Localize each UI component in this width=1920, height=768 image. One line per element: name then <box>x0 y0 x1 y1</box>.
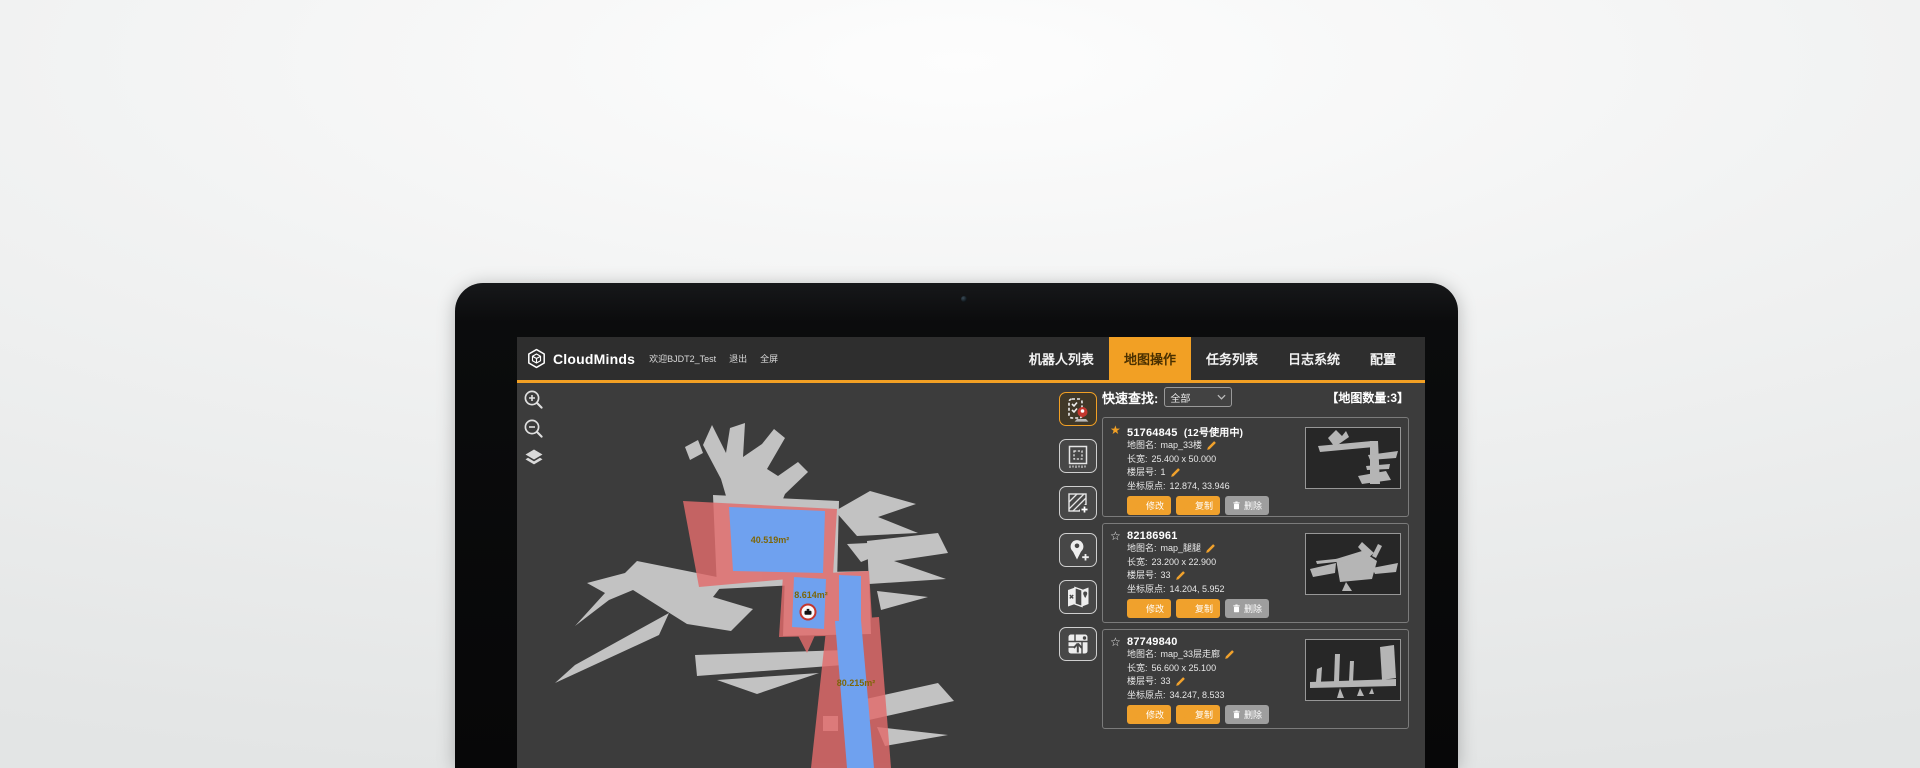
user-area: 欢迎BJDT2_Test 退出 全屏 <box>649 337 778 380</box>
area-label: 80.215m² <box>837 678 876 688</box>
edit-map-button[interactable]: 修改 <box>1127 496 1171 515</box>
map-size-value: 23.200 x 22.900 <box>1152 556 1217 570</box>
delete-map-button[interactable]: 删除 <box>1225 599 1269 618</box>
map-thumbnail[interactable] <box>1305 639 1401 701</box>
app-screen: CloudMinds 欢迎BJDT2_Test 退出 全屏 机器人列表 地图操作… <box>517 337 1425 768</box>
fullscreen-link[interactable]: 全屏 <box>760 352 778 365</box>
floor-value: 33 <box>1161 569 1171 583</box>
map-count-label: 【地图数量:3】 <box>1326 389 1409 406</box>
origin-value: 12.874, 33.946 <box>1170 480 1230 494</box>
quick-find-label: 快速查找: <box>1102 388 1158 407</box>
laptop-frame: CloudMinds 欢迎BJDT2_Test 退出 全屏 机器人列表 地图操作… <box>455 283 1458 768</box>
map-card: ★ 51764845 (12号使用中) 地图名:map_33楼 长宽:25.40… <box>1102 417 1409 517</box>
edit-pencil-icon[interactable] <box>1205 543 1216 554</box>
tab-log-system[interactable]: 日志系统 <box>1273 337 1355 380</box>
origin-value: 14.204, 5.952 <box>1170 583 1225 597</box>
floor-value: 33 <box>1161 675 1171 689</box>
tab-robot-list[interactable]: 机器人列表 <box>1014 337 1109 380</box>
map-card-list: ★ 51764845 (12号使用中) 地图名:map_33楼 长宽:25.40… <box>1102 417 1409 729</box>
copy-map-button[interactable]: 复制 <box>1176 599 1220 618</box>
favorite-star-icon[interactable]: ★ <box>1110 423 1121 437</box>
logout-link[interactable]: 退出 <box>729 352 747 365</box>
map-toolbar <box>1059 392 1097 661</box>
edit-pencil-icon[interactable] <box>1175 570 1186 581</box>
edit-map-button[interactable]: 修改 <box>1127 705 1171 724</box>
map-name-value: map_33层走廊 <box>1161 648 1221 662</box>
area-label: 40.519m² <box>751 535 790 545</box>
edit-map-button[interactable]: 修改 <box>1127 599 1171 618</box>
brand-logo: CloudMinds <box>517 337 635 380</box>
toolbtn-patrol-points[interactable] <box>1059 392 1097 426</box>
robot-position-marker <box>800 604 817 621</box>
quick-find-bar: 快速查找: 全部 【地图数量:3】 <box>1102 386 1409 408</box>
tab-task-list[interactable]: 任务列表 <box>1191 337 1273 380</box>
delete-map-button[interactable]: 删除 <box>1225 705 1269 724</box>
favorite-star-icon[interactable]: ☆ <box>1110 529 1121 543</box>
toolbtn-add-point[interactable] <box>1059 533 1097 567</box>
patrol-points-icon <box>1065 396 1091 422</box>
map-thumbnail-image <box>1306 640 1400 700</box>
toolbtn-map-marker[interactable] <box>1059 580 1097 614</box>
upload-map-icon <box>1065 631 1091 657</box>
map-size-value: 56.600 x 25.100 <box>1152 662 1217 676</box>
cube-hexagon-icon <box>526 348 547 369</box>
robot-icon <box>804 608 813 616</box>
origin-value: 34.247, 8.533 <box>1170 689 1225 703</box>
map-thumbnail[interactable] <box>1305 427 1401 489</box>
add-point-icon <box>1065 537 1091 563</box>
toolbtn-measure-area[interactable] <box>1059 439 1097 473</box>
map-card: ☆ 82186961 地图名:map_腿腿 长宽:23.200 x 22.900… <box>1102 523 1409 623</box>
area-label: 8.614m² <box>794 590 828 600</box>
map-card: ☆ 87749840 地图名:map_33层走廊 长宽:56.600 x 25.… <box>1102 629 1409 729</box>
brand-name: CloudMinds <box>553 351 635 367</box>
map-name-value: map_腿腿 <box>1161 542 1202 556</box>
measure-area-icon <box>1065 443 1091 469</box>
edit-pencil-icon[interactable] <box>1170 467 1181 478</box>
tab-map-operation[interactable]: 地图操作 <box>1109 337 1191 380</box>
map-marker-icon <box>1065 584 1091 610</box>
in-use-tag: (12号使用中) <box>1184 428 1243 439</box>
map-thumbnail[interactable] <box>1305 533 1401 595</box>
trash-icon <box>1232 710 1241 719</box>
map-size-value: 25.400 x 50.000 <box>1152 453 1217 467</box>
map-name-value: map_33楼 <box>1161 439 1203 453</box>
tab-config[interactable]: 配置 <box>1355 337 1411 380</box>
delete-map-button[interactable]: 删除 <box>1225 496 1269 515</box>
main-nav: 机器人列表 地图操作 任务列表 日志系统 配置 <box>1014 337 1425 380</box>
floor-value: 1 <box>1161 466 1166 480</box>
copy-map-button[interactable]: 复制 <box>1176 705 1220 724</box>
map-list-panel: 快速查找: 全部 【地图数量:3】 ★ 51764845 (12号使用中) <box>1102 386 1409 729</box>
trash-icon <box>1232 501 1241 510</box>
map-thumbnail-image <box>1306 428 1400 488</box>
map-filter-dropdown[interactable]: 全部 <box>1164 387 1232 407</box>
toolbtn-upload-map[interactable] <box>1059 627 1097 661</box>
edit-pencil-icon[interactable] <box>1206 440 1217 451</box>
trash-icon <box>1232 604 1241 613</box>
edit-pencil-icon[interactable] <box>1175 676 1186 687</box>
map-canvas[interactable]: 40.519m² 8.614m² 80.215m² <box>517 383 1050 768</box>
favorite-star-icon[interactable]: ☆ <box>1110 635 1121 649</box>
header: CloudMinds 欢迎BJDT2_Test 退出 全屏 机器人列表 地图操作… <box>517 337 1425 383</box>
map-thumbnail-image <box>1306 534 1400 594</box>
chevron-down-icon <box>1217 394 1226 400</box>
filter-selected-value: 全部 <box>1170 390 1217 405</box>
welcome-text: 欢迎BJDT2_Test <box>649 352 716 365</box>
edit-pencil-icon[interactable] <box>1224 649 1235 660</box>
add-virtual-wall-icon <box>1065 490 1091 516</box>
toolbtn-add-virtual-wall[interactable] <box>1059 486 1097 520</box>
webcam-icon <box>961 296 967 302</box>
map-obstacles <box>555 423 954 746</box>
copy-map-button[interactable]: 复制 <box>1176 496 1220 515</box>
